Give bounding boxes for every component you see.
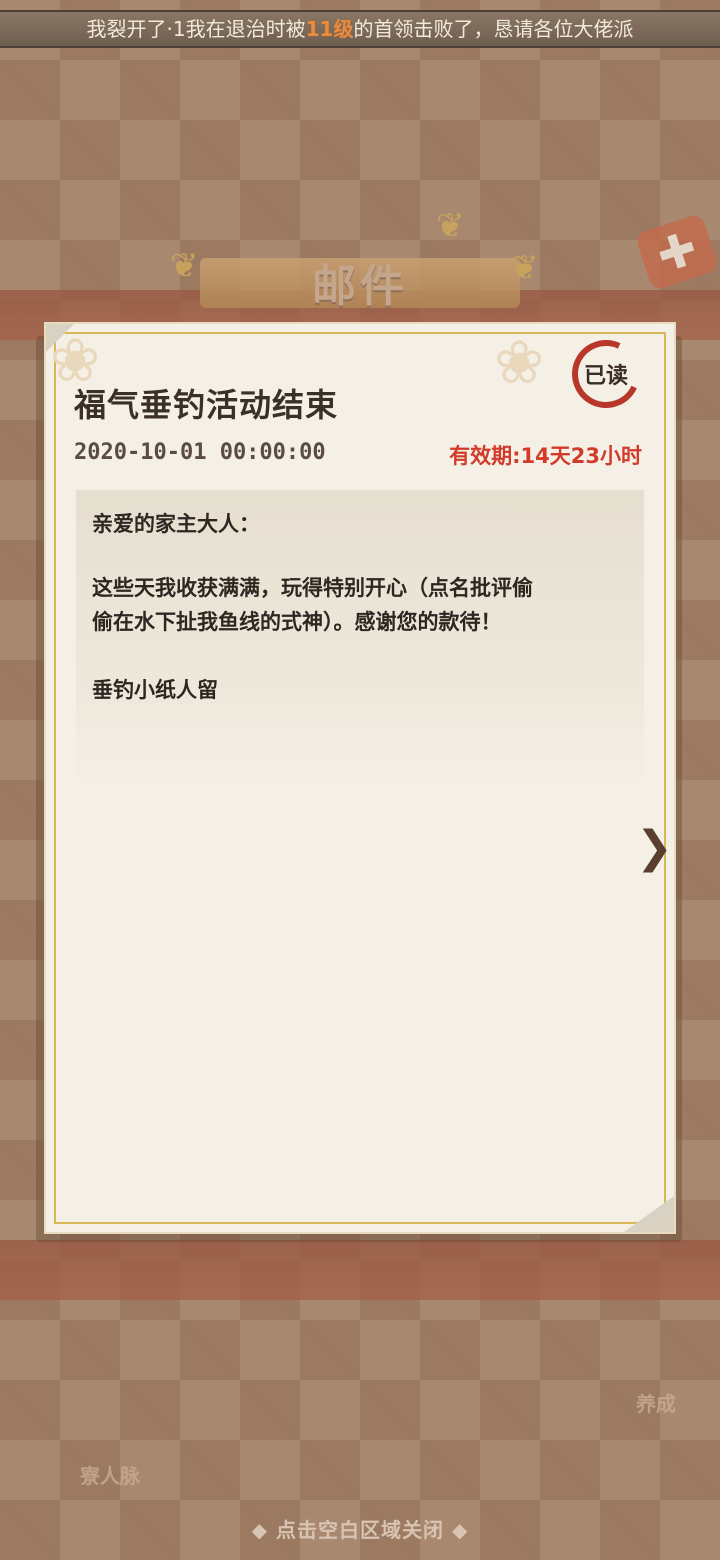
background-label: 养成 <box>636 1392 676 1416</box>
page-corner-fold <box>624 1196 674 1232</box>
mail-expiry: 有效期:14天23小时 <box>449 444 642 468</box>
mail-signature: 垂钓小纸人留 <box>92 678 218 702</box>
notice-prefix: 我裂开了·1我在退治时被 <box>86 17 306 41</box>
page-title: 邮件 <box>312 261 408 312</box>
mail-date: 2020-10-01 00:00:00 <box>74 440 326 465</box>
mail-body-line: 偷在水下扯我鱼线的式神）。感谢您的款待！ <box>92 610 502 634</box>
notice-highlight: 11级 <box>305 17 354 41</box>
chevron-right-icon[interactable]: ❯ <box>636 826 676 870</box>
mail-body-line: 这些天我收获满满，玩得特别开心（点名批评偷 <box>92 576 533 600</box>
notice-suffix: 的首领击败了，恳请各位大佬派 <box>353 17 634 41</box>
mail-greeting: 亲爱的家主大人： <box>92 512 260 536</box>
mail-title: 福气垂钓活动结束 <box>74 386 339 424</box>
read-status-label: 已读 <box>583 364 628 389</box>
scrolling-notice: 我裂开了·1我在退治时被11级的首领击败了，恳请各位大佬派 <box>0 10 720 48</box>
close-hint[interactable]: ◆ 点击空白区域关闭 ◆ <box>0 1514 720 1543</box>
background-label: 寮人脉 <box>80 1464 140 1488</box>
blossom-ornament-icon: ❀ <box>494 328 545 398</box>
bird-ornament-icon: ❦ <box>436 206 465 246</box>
